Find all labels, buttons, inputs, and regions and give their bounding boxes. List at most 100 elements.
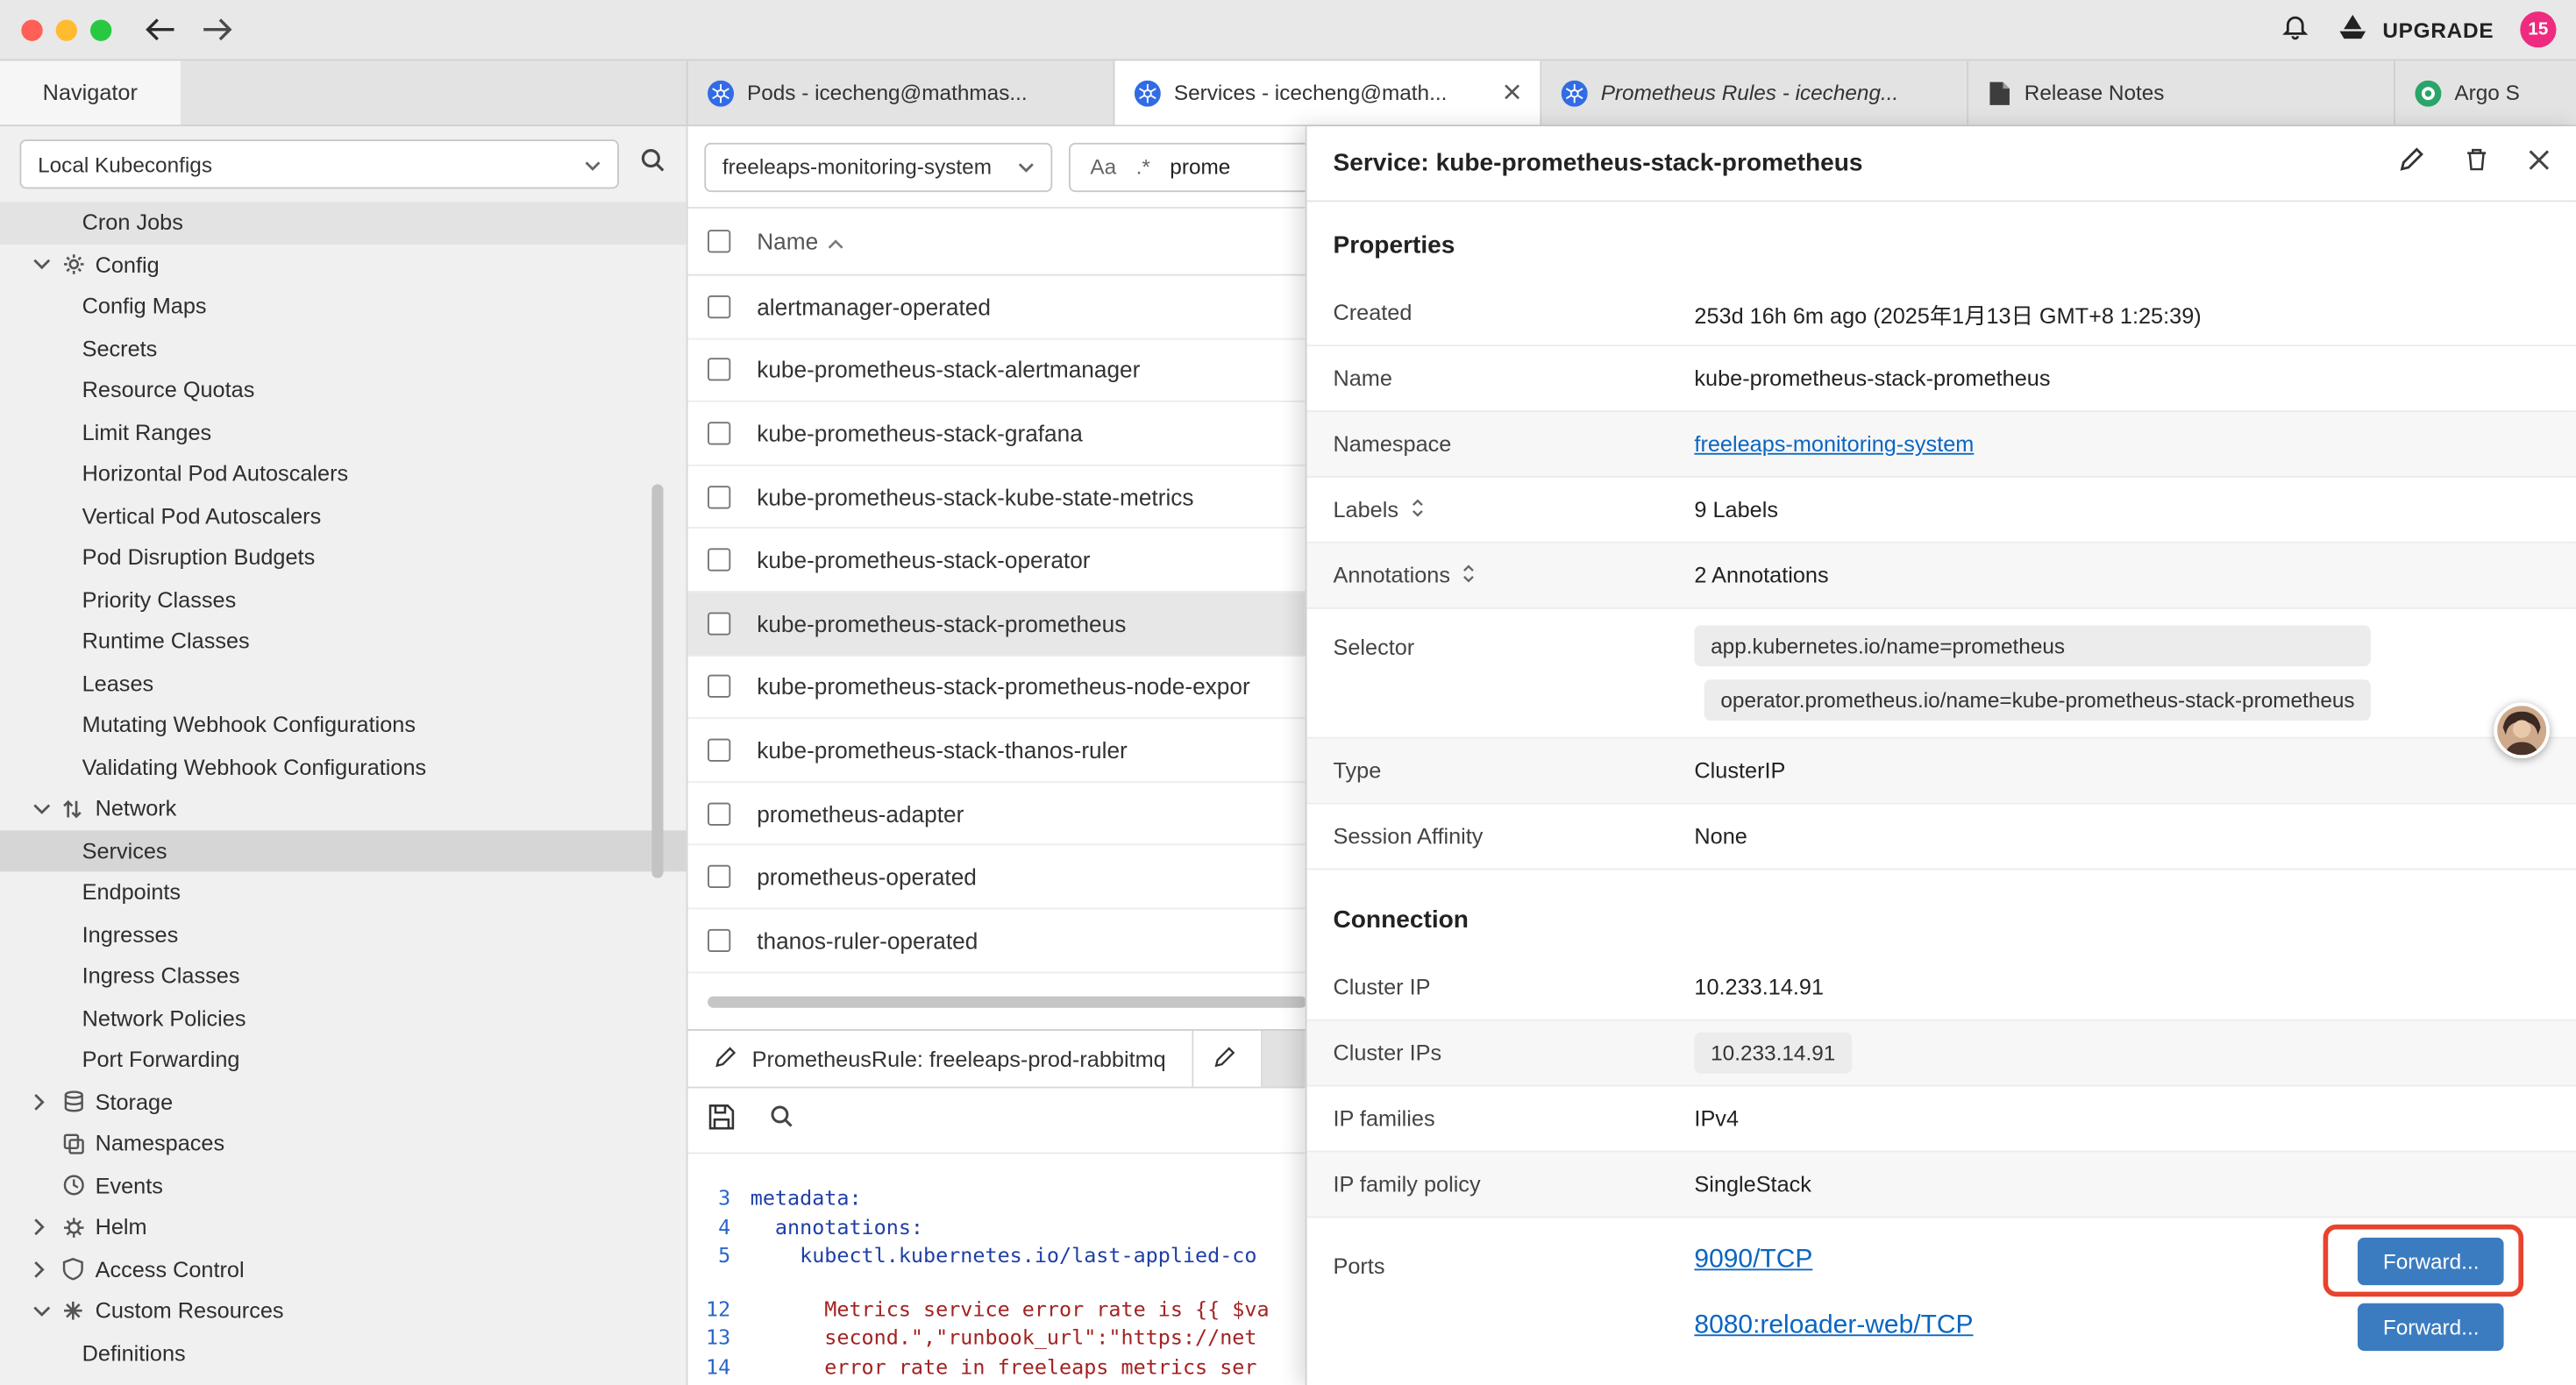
property-row-name: Name kube-prometheus-stack-prometheus xyxy=(1307,346,2576,412)
bell-icon[interactable] xyxy=(2281,11,2310,48)
horizontal-scrollbar[interactable] xyxy=(708,997,1306,1008)
case-sensitive-toggle[interactable]: Aa xyxy=(1090,154,1116,179)
port-link[interactable]: 8080:reloader-web/TCP xyxy=(1694,1311,1973,1341)
search-icon[interactable] xyxy=(768,1103,794,1137)
sidebar-item-label: Secrets xyxy=(82,336,158,360)
row-checkbox[interactable] xyxy=(708,549,730,572)
search-icon[interactable] xyxy=(638,146,666,182)
kubeconfig-selector[interactable]: Local Kubeconfigs xyxy=(19,139,618,188)
close-icon[interactable] xyxy=(2529,148,2550,178)
property-label: Namespace xyxy=(1333,431,1451,456)
sidebar-item-port-forwarding[interactable]: Port Forwarding xyxy=(0,1039,687,1081)
forward-button[interactable]: Forward... xyxy=(2359,1303,2504,1350)
sidebar-item-vertical-pod-autoscalers[interactable]: Vertical Pod Autoscalers xyxy=(0,495,687,537)
line-number: 3 xyxy=(688,1185,751,1210)
tab-argo[interactable]: Argo S xyxy=(2395,60,2559,124)
row-checkbox[interactable] xyxy=(708,865,730,888)
chevron-down-icon[interactable] xyxy=(32,802,62,815)
property-label: Type xyxy=(1333,758,1381,783)
service-name: kube-prometheus-stack-alertmanager xyxy=(757,357,1140,383)
sidebar-item-secrets[interactable]: Secrets xyxy=(0,328,687,370)
sidebar-item-validating-webhook-configurations[interactable]: Validating Webhook Configurations xyxy=(0,746,687,788)
forward-icon[interactable] xyxy=(200,18,232,41)
row-checkbox[interactable] xyxy=(708,485,730,508)
row-checkbox[interactable] xyxy=(708,422,730,444)
avatar[interactable] xyxy=(2494,702,2550,758)
navigator-tab[interactable]: Navigator xyxy=(0,60,181,124)
property-value[interactable]: 9 Labels xyxy=(1694,497,1778,522)
row-checkbox[interactable] xyxy=(708,928,730,951)
row-checkbox[interactable] xyxy=(708,612,730,635)
expand-collapse-icon[interactable] xyxy=(1462,562,1477,588)
maximize-window-button[interactable] xyxy=(90,19,111,40)
tab-services[interactable]: Services - icecheng@math... xyxy=(1114,60,1541,124)
chevron-down-icon[interactable] xyxy=(32,258,62,271)
sidebar-item-network-policies[interactable]: Network Policies xyxy=(0,998,687,1040)
row-checkbox[interactable] xyxy=(708,739,730,762)
row-checkbox[interactable] xyxy=(708,802,730,825)
chevron-right-icon[interactable] xyxy=(32,1093,62,1112)
sidebar-item-runtime-classes[interactable]: Runtime Classes xyxy=(0,621,687,663)
sidebar-item-ingress-classes[interactable]: Ingress Classes xyxy=(0,955,687,998)
sidebar-item-ingresses[interactable]: Ingresses xyxy=(0,913,687,955)
close-window-button[interactable] xyxy=(21,19,42,40)
line-number: 12 xyxy=(688,1296,751,1321)
sidebar-item-mutating-webhook-configurations[interactable]: Mutating Webhook Configurations xyxy=(0,704,687,746)
sidebar-item-leases[interactable]: Leases xyxy=(0,663,687,705)
row-checkbox[interactable] xyxy=(708,295,730,318)
save-icon[interactable] xyxy=(708,1102,736,1138)
chevron-right-icon[interactable] xyxy=(32,1218,62,1237)
forward-button[interactable]: Forward... xyxy=(2359,1237,2504,1284)
sidebar-item-resource-quotas[interactable]: Resource Quotas xyxy=(0,369,687,411)
sidebar-item-endpoints[interactable]: Endpoints xyxy=(0,871,687,913)
row-checkbox[interactable] xyxy=(708,359,730,381)
namespace-link[interactable]: freeleaps-monitoring-system xyxy=(1694,431,1974,456)
tab-pods[interactable]: Pods - icecheng@mathmas... xyxy=(688,60,1115,124)
sidebar-item-cron-jobs[interactable]: Cron Jobs xyxy=(0,202,687,244)
select-all-checkbox[interactable] xyxy=(708,230,730,252)
tab-release-notes[interactable]: Release Notes xyxy=(1968,60,2395,124)
sidebar-item-config-maps[interactable]: Config Maps xyxy=(0,286,687,328)
regex-toggle[interactable]: .* xyxy=(1136,154,1150,179)
sidebar-item-label: Definitions xyxy=(82,1340,186,1365)
section-heading-connection: Connection xyxy=(1307,870,2576,955)
dock-tab-partial[interactable] xyxy=(1194,1031,1263,1087)
chevron-down-icon[interactable] xyxy=(32,1304,62,1318)
sidebar-item-namespaces[interactable]: Namespaces xyxy=(0,1123,687,1165)
upgrade-button[interactable]: UPGRADE xyxy=(2337,13,2494,46)
sidebar-item-horizontal-pod-autoscalers[interactable]: Horizontal Pod Autoscalers xyxy=(0,453,687,495)
code-text: kubectl.kubernetes.io/last-applied-co xyxy=(751,1243,1257,1268)
sidebar-item-services[interactable]: Services xyxy=(0,830,687,872)
notification-badge[interactable]: 15 xyxy=(2520,11,2556,47)
dock-tab-prometheusrule[interactable]: PrometheusRule: freeleaps-prod-rabbitmq xyxy=(688,1031,1194,1087)
sidebar-item-custom-resources[interactable]: Custom Resources xyxy=(0,1290,687,1332)
sidebar-item-access-control[interactable]: Access Control xyxy=(0,1248,687,1290)
close-tab-icon[interactable] xyxy=(1504,81,1520,105)
code-text: second.","runbook_url":"https://net xyxy=(751,1325,1257,1350)
chevron-right-icon[interactable] xyxy=(32,1261,62,1279)
row-checkbox[interactable] xyxy=(708,675,730,698)
expand-collapse-icon[interactable] xyxy=(1410,496,1425,522)
minimize-window-button[interactable] xyxy=(56,19,77,40)
property-value[interactable]: 2 Annotations xyxy=(1694,563,1828,587)
edit-icon[interactable] xyxy=(2399,146,2425,181)
sidebar-item-config[interactable]: Config xyxy=(0,244,687,286)
sidebar-scrollbar[interactable] xyxy=(651,484,663,877)
sidebar-item-definitions[interactable]: Definitions xyxy=(0,1332,687,1374)
tab-prometheus-rules[interactable]: Prometheus Rules - icecheng... xyxy=(1541,60,1968,124)
dock-tab-label: PrometheusRule: freeleaps-prod-rabbitmq xyxy=(752,1047,1166,1071)
sidebar-item-storage[interactable]: Storage xyxy=(0,1081,687,1123)
sidebar-item-limit-ranges[interactable]: Limit Ranges xyxy=(0,411,687,453)
sidebar-item-events[interactable]: Events xyxy=(0,1165,687,1207)
port-link[interactable]: 9090/TCP xyxy=(1694,1246,1812,1275)
back-icon[interactable] xyxy=(145,18,177,41)
sidebar-item-network[interactable]: Network xyxy=(0,788,687,830)
sidebar-item-helm[interactable]: Helm xyxy=(0,1206,687,1248)
name-column-header[interactable]: Name xyxy=(757,228,844,254)
selector-badge: app.kubernetes.io/name=prometheus xyxy=(1694,625,2371,666)
sidebar-item-label: Endpoints xyxy=(82,880,181,905)
sidebar-item-priority-classes[interactable]: Priority Classes xyxy=(0,579,687,621)
sidebar-item-pod-disruption-budgets[interactable]: Pod Disruption Budgets xyxy=(0,536,687,579)
delete-icon[interactable] xyxy=(2465,146,2489,181)
namespace-filter-select[interactable]: freeleaps-monitoring-system xyxy=(704,142,1052,191)
